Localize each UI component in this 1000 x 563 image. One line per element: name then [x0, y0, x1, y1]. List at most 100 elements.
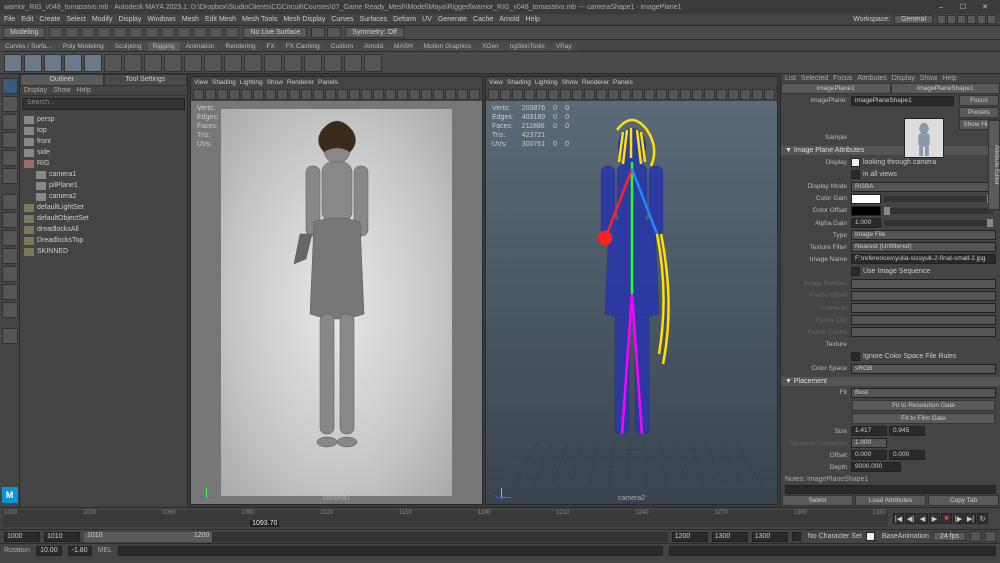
menu-generate[interactable]: Generate [438, 16, 467, 23]
shelf-tab-rendering[interactable]: Rendering [221, 42, 261, 51]
viewport-tb-icon[interactable] [217, 89, 228, 100]
use-sequence-check[interactable] [851, 267, 860, 276]
vp-menu-lighting[interactable]: Lighting [240, 79, 263, 86]
menu-edit[interactable]: Edit [21, 16, 33, 23]
viewport-tb-icon[interactable] [373, 89, 384, 100]
outliner-menu-show[interactable]: Show [53, 87, 71, 94]
vp-menu-view[interactable]: View [194, 79, 208, 86]
statusline-icon[interactable] [97, 27, 111, 38]
layout-persp-outliner[interactable] [2, 266, 18, 282]
viewport-tb-icon[interactable] [277, 89, 288, 100]
menu-cache[interactable]: Cache [473, 16, 493, 23]
vp-menu-renderer[interactable]: Renderer [582, 79, 609, 86]
menu-surfaces[interactable]: Surfaces [360, 16, 388, 23]
outliner-item[interactable]: top [24, 125, 183, 136]
viewport-tb-icon[interactable] [524, 89, 535, 100]
window-close[interactable]: ✕ [974, 3, 996, 11]
outliner-item[interactable]: persp [24, 114, 183, 125]
menu-meshdisplay[interactable]: Mesh Display [283, 16, 325, 23]
outliner-item[interactable]: side [24, 147, 183, 158]
viewport-tb-icon[interactable] [289, 89, 300, 100]
shelf-icon[interactable] [104, 54, 122, 72]
shelf-icon[interactable] [144, 54, 162, 72]
window-min[interactable]: – [930, 4, 952, 11]
fit-dropdown[interactable]: Best [851, 388, 996, 398]
viewport-tb-icon[interactable] [253, 89, 264, 100]
viewport-tb-icon[interactable] [740, 89, 751, 100]
tool-paint-select[interactable] [2, 114, 18, 130]
menu-curves[interactable]: Curves [331, 16, 353, 23]
shelf-icon[interactable] [64, 54, 82, 72]
shelf-icon[interactable] [24, 54, 42, 72]
tool-rotate[interactable] [2, 150, 18, 166]
viewport-tb-icon[interactable] [536, 89, 547, 100]
layout-four[interactable] [2, 212, 18, 228]
imagename-field[interactable]: F:\references\yulia-sissyuk-2-final-smal… [851, 254, 996, 264]
shelf-tab-custom[interactable]: Custom [326, 42, 358, 51]
shelf-tab-mash[interactable]: MASH [389, 42, 418, 51]
section-placement[interactable]: ▼ Placement [781, 377, 1000, 386]
shelf-icon[interactable] [264, 54, 282, 72]
outliner-item[interactable]: defaultObjectSet [24, 213, 183, 224]
menu-help[interactable]: Help [526, 16, 540, 23]
menu-editmesh[interactable]: Edit Mesh [205, 16, 236, 23]
vp-menu-lighting[interactable]: Lighting [535, 79, 558, 86]
outliner-item[interactable]: SKINNED [24, 246, 183, 257]
menu-select[interactable]: Select [66, 16, 85, 23]
menu-file[interactable]: File [4, 16, 15, 23]
viewport-tb-icon[interactable] [512, 89, 523, 100]
tool-scale[interactable] [2, 168, 18, 184]
vp-menu-panels[interactable]: Panels [613, 79, 633, 86]
presets-button[interactable]: Presets [959, 107, 999, 118]
shelf-icon[interactable] [244, 54, 262, 72]
shelf-icon[interactable] [204, 54, 222, 72]
offset-x[interactable]: 0.000 [851, 450, 887, 460]
viewport-tb-icon[interactable] [385, 89, 396, 100]
time-slider[interactable]: 1000103010601090112011501180121012401270… [0, 507, 1000, 529]
viewport-tb-icon[interactable] [752, 89, 763, 100]
outliner-tab[interactable]: Outliner [20, 74, 104, 86]
viewport-tb-icon[interactable] [349, 89, 360, 100]
ae-menu-focus[interactable]: Focus [833, 75, 852, 82]
layout-box-6[interactable] [987, 15, 996, 24]
shelf-icon[interactable] [4, 54, 22, 72]
outliner-item[interactable]: front [24, 136, 183, 147]
fps-dropdown[interactable]: 24 fps [933, 532, 966, 541]
viewport-tb-icon[interactable] [469, 89, 480, 100]
shelf-icon[interactable] [364, 54, 382, 72]
statusline-icon[interactable] [65, 27, 79, 38]
viewport-tb-icon[interactable] [584, 89, 595, 100]
alphagain-field[interactable]: 1.000 [851, 218, 881, 228]
menu-deform[interactable]: Deform [393, 16, 416, 23]
shelf-icon[interactable] [164, 54, 182, 72]
autokey-button[interactable] [970, 531, 981, 542]
viewport-tb-icon[interactable] [421, 89, 432, 100]
ae-menu-show[interactable]: Show [920, 75, 938, 82]
viewport-tb-icon[interactable] [764, 89, 775, 100]
outliner-menu-help[interactable]: Help [76, 87, 90, 94]
window-max[interactable]: ☐ [952, 3, 974, 11]
attribute-editor-tab[interactable]: Attribute Editor [988, 120, 1000, 210]
outliner-item[interactable]: pilPlane1 [24, 180, 183, 191]
command-line[interactable] [118, 546, 663, 556]
shelf-icon[interactable] [284, 54, 302, 72]
shelf-tab-vray[interactable]: VRay [551, 42, 577, 51]
type-dropdown[interactable]: Image File [851, 230, 996, 240]
shelf-tab-arnold[interactable]: Arnold [359, 42, 388, 51]
viewport-2[interactable]: View Shading Lighting Show Renderer Pane… [485, 76, 778, 505]
depth-field[interactable]: 9000.000 [851, 462, 901, 472]
notes-field[interactable] [785, 485, 996, 494]
ae-menu-attributes[interactable]: Attributes [857, 75, 887, 82]
colorgain-swatch[interactable] [851, 194, 881, 204]
display-radio-1[interactable] [851, 158, 860, 167]
ae-tab-imagePlane1[interactable]: imagePlane1 [781, 83, 891, 94]
viewport-tb-icon[interactable] [704, 89, 715, 100]
viewport-tb-icon[interactable] [632, 89, 643, 100]
coloroffset-slider[interactable] [884, 208, 993, 214]
display-radio-2[interactable] [851, 170, 860, 179]
charset-label[interactable]: No Character Set [808, 533, 862, 540]
viewport-tb-icon[interactable] [656, 89, 667, 100]
viewport-tb-icon[interactable] [445, 89, 456, 100]
live-surface[interactable]: No Live Surface [243, 27, 307, 38]
viewport-tb-icon[interactable] [548, 89, 559, 100]
